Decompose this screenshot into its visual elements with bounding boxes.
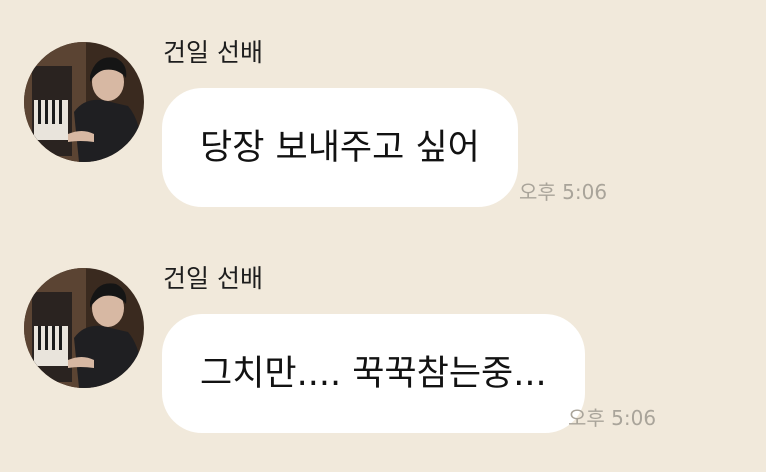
profile-photo-icon (24, 42, 144, 162)
sender-name: 건일 선배 (163, 38, 263, 67)
message-text: 그치만.... 꾹꾹참는중... (200, 353, 547, 394)
sender-name: 건일 선배 (163, 264, 263, 293)
message-timestamp: 오후 5:06 (519, 180, 608, 204)
message-row: 건일 선배 당장 보내주고 싶어 오후 5:06 (0, 30, 766, 240)
message-row: 건일 선배 그치만.... 꾹꾹참는중... 오후 5:06 (0, 256, 766, 466)
message-timestamp: 오후 5:06 (568, 406, 657, 430)
message-bubble[interactable]: 당장 보내주고 싶어 (162, 88, 518, 207)
profile-photo-icon (24, 268, 144, 388)
message-text: 당장 보내주고 싶어 (200, 127, 480, 168)
sender-avatar[interactable] (24, 268, 144, 388)
chat-screen: 건일 선배 당장 보내주고 싶어 오후 5:06 건일 선배 그치만.... 꾹… (0, 0, 766, 472)
message-bubble[interactable]: 그치만.... 꾹꾹참는중... (162, 314, 585, 433)
sender-avatar[interactable] (24, 42, 144, 162)
